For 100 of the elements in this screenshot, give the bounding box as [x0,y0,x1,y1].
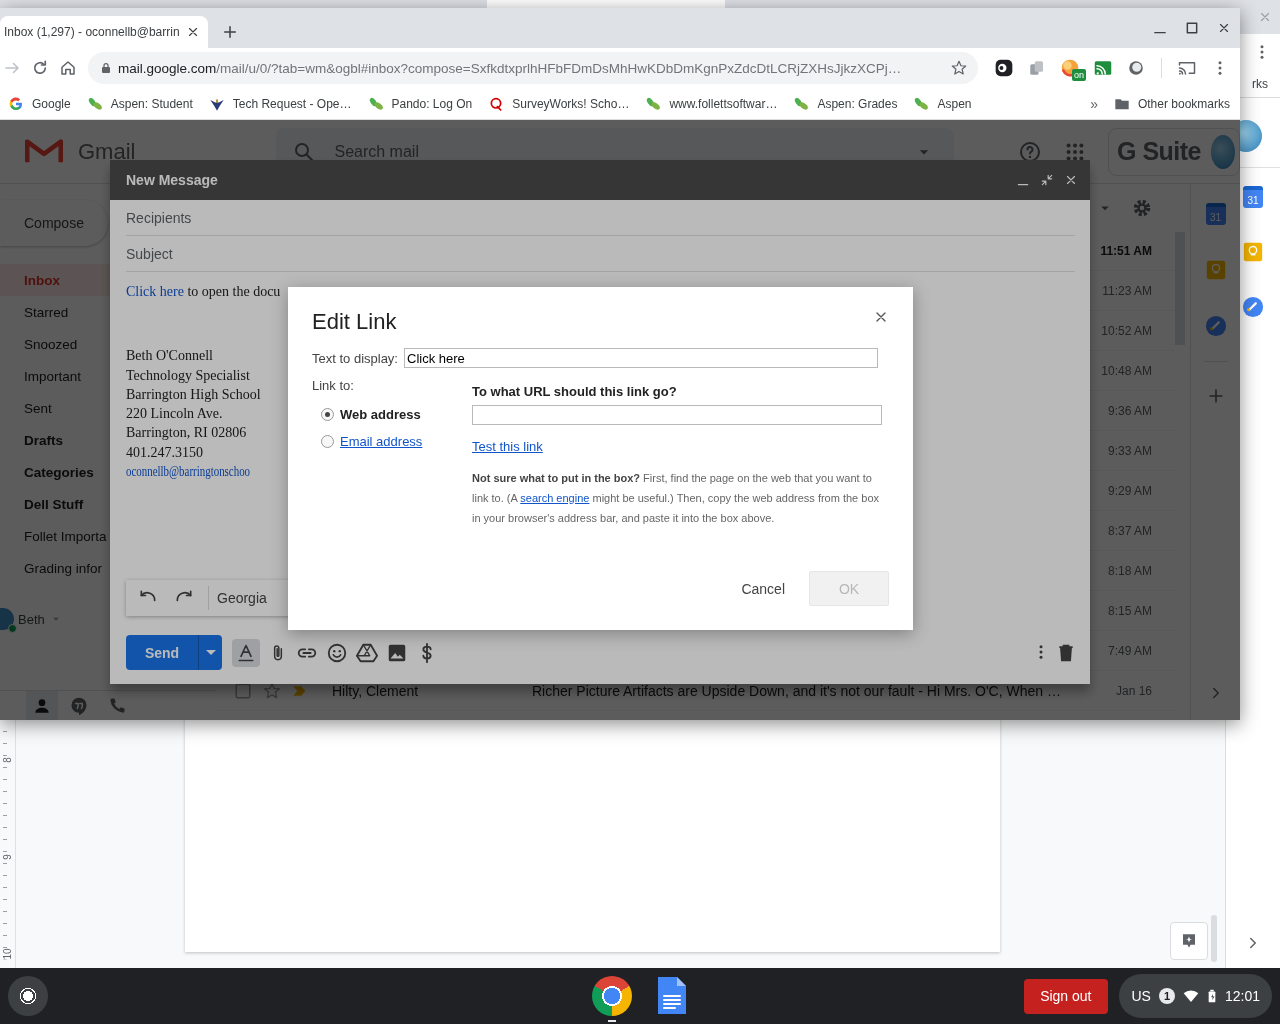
reload-icon[interactable] [31,59,49,77]
ruler-number: 10 [1,948,14,960]
signature-line: 401.247.3150 [126,443,203,462]
checkbox-icon[interactable] [234,681,252,700]
test-link[interactable]: Test this link [472,439,543,454]
leaf-icon [86,95,103,112]
calendar-icon[interactable]: 31 [1243,186,1263,208]
message-time: 9:29 AM [1107,483,1152,498]
signature-line: Barrington High School [126,385,261,404]
bookmark-link[interactable]: rks [1252,76,1268,91]
check-circle-icon[interactable] [1242,296,1264,318]
message-time: 8:15 AM [1107,603,1152,618]
launcher-button[interactable] [8,976,48,1016]
avatar-icon [1211,134,1235,169]
help-text: Not sure what to put in the box? First, find the page on the web that you want to link to. (A search engine might be useful.) Then, copy the web address from the box in your browser's address bar, and paste it into the box above. [472,471,881,526]
message-time: Jan 16 [1115,683,1152,698]
new-tab-icon[interactable] [221,23,239,41]
lock-icon [100,61,112,75]
send-button[interactable]: Send [126,635,222,670]
sign-out-button[interactable]: Sign out [1024,978,1108,1014]
explore-button[interactable] [1170,922,1208,960]
bookmark-link[interactable]: SurveyWorks! Scho… [488,95,630,112]
message-time: 10:48 AM [1101,363,1152,378]
scrollbar-thumb[interactable] [1211,915,1217,962]
cancel-button[interactable]: Cancel [741,580,785,597]
message-time: 9:33 AM [1107,443,1152,458]
lightbulb-icon[interactable] [1242,241,1264,263]
emoji-icon[interactable] [326,641,348,664]
compose-title: New Message [126,172,219,188]
message-time: 11:23 AM [1102,283,1152,298]
cast-icon[interactable] [1178,59,1196,77]
recipients-field[interactable]: Recipients [126,200,1075,236]
status-tray[interactable]: US 1 12:01 [1118,974,1272,1018]
leaf-icon [645,95,662,112]
document-link[interactable]: Click here [126,284,188,299]
bookmark-link[interactable]: Aspen: Grades [793,95,898,112]
sphere-icon[interactable] [1127,59,1145,77]
field-label: Link to: [312,378,355,393]
bookmark-link[interactable]: Tech Request - Ope… [208,95,352,112]
message-time: 7:49 AM [1107,643,1152,658]
bookmark-link[interactable]: www.follettsoftwar… [645,95,778,112]
eye-icon[interactable] [994,58,1014,78]
address-bar[interactable]: mail.google.com/mail/u/0/?tab=wm&ogbl#inbox?compose=SxfkdtxprlhHFbFDmDsMhHwKDbDmKgnPxZdcDtLCRjZXHsJjkzXCPj… [88,52,978,84]
browser-tab[interactable]: Inbox (1,297) - oconnellb@barrin [0,16,208,48]
trash-icon[interactable] [1056,642,1076,663]
wifi-icon [1182,988,1199,1004]
exit-fullscreen-icon[interactable] [1040,173,1054,187]
bookmark-link[interactable]: Google [8,95,71,112]
message-time: 8:37 AM [1107,523,1152,538]
caret-icon [205,650,216,655]
close-icon[interactable] [1217,21,1231,35]
option-link[interactable]: Email address [340,434,423,449]
radio-button[interactable] [321,435,334,448]
font-selector[interactable]: Georgia [217,590,267,606]
message-time: 10:52 AM [1101,323,1152,338]
message-subject: Richer Picture Artifacts are Upside Down, and it's not our fault - Hi Mrs. O'C, When … [532,682,1062,699]
signature-line: Barrington, RI 02806 [126,424,247,443]
leaf-icon [913,95,930,112]
signature-line: Beth O'Connell [126,347,213,366]
message-time: 9:36 AM [1107,403,1152,418]
copy-icon[interactable] [1028,59,1046,77]
bookmark-folder[interactable]: Other bookmarks [1113,95,1230,112]
broadcast-icon[interactable] [1094,59,1112,77]
display-text-field[interactable]: Click here [404,348,878,368]
formatting-button[interactable] [232,638,260,667]
maximize-icon[interactable] [1185,21,1199,35]
battery-icon [1206,988,1217,1004]
search-engine-link[interactable]: search engine [520,492,590,504]
message-time: 11:51 AM [1100,243,1152,258]
check-circle-icon[interactable] [1204,315,1227,337]
url-field[interactable] [472,405,882,425]
message-time: 8:18 AM [1107,563,1152,578]
dialog-title: Edit Link [312,309,397,335]
bookmark-link[interactable]: Aspen: Student [86,95,193,112]
radio-button[interactable] [321,408,334,421]
leaf-icon [367,95,384,112]
close-icon[interactable] [1064,173,1078,187]
bookmark-link[interactable]: Pando: Log On [367,95,473,112]
google-icon [8,95,24,112]
subject-field[interactable]: Subject [126,236,1075,272]
option-label[interactable]: Web address [340,407,421,422]
sparkle-icon [1180,932,1198,950]
url-prompt: To what URL should this link go? [472,384,678,399]
text-format-icon [236,642,256,663]
close-icon[interactable] [186,25,200,39]
document-icon[interactable] [656,976,688,1016]
email-link[interactable]: oconnellb@barringtonschoo [126,462,251,482]
input-method: US [1131,988,1151,1004]
star-icon[interactable] [950,59,968,77]
triangle-drive-icon[interactable] [356,641,378,664]
ruler-number: 8 [1,757,14,763]
leaf-icon [793,95,810,112]
app-logo-text: Gmail [78,138,136,165]
notification-badge: 1 [1158,988,1175,1004]
extension-button[interactable]: on [1056,54,1084,82]
chrome-icon[interactable] [592,976,632,1016]
bookmark-link[interactable]: Aspen [913,95,972,112]
status-badge: on [1072,69,1086,81]
bookmarks-overflow[interactable]: » [1090,95,1098,112]
home-icon[interactable] [59,59,77,77]
